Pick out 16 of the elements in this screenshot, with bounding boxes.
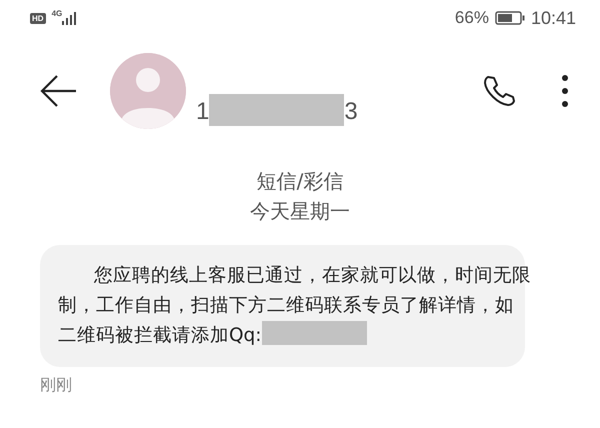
message-text: 您应聘的线上客服已通过，在家就可以做，时间无限 制，工作自由，扫描下方二维码联系专员了解详情，如 二维码被拦截请添加Qq: xyxy=(58,265,531,346)
battery-percent: 66% xyxy=(454,8,489,28)
avatar-icon xyxy=(110,53,186,129)
signal-icon xyxy=(62,11,76,25)
message-time: 刚刚 xyxy=(40,375,73,396)
back-button[interactable] xyxy=(40,74,78,108)
phone-number: 1 xyxy=(196,98,210,126)
date-label: 今天星期一 xyxy=(250,198,350,225)
phone-button[interactable] xyxy=(482,74,516,108)
phone-number: 3 xyxy=(344,98,358,126)
battery-icon xyxy=(494,11,525,25)
more-button[interactable] xyxy=(560,74,570,108)
channel-label: 短信/彩信 xyxy=(256,168,344,195)
clock: 10:41 xyxy=(530,8,576,28)
hd-badge: HD xyxy=(30,12,46,24)
network-label: 4G xyxy=(52,9,62,18)
